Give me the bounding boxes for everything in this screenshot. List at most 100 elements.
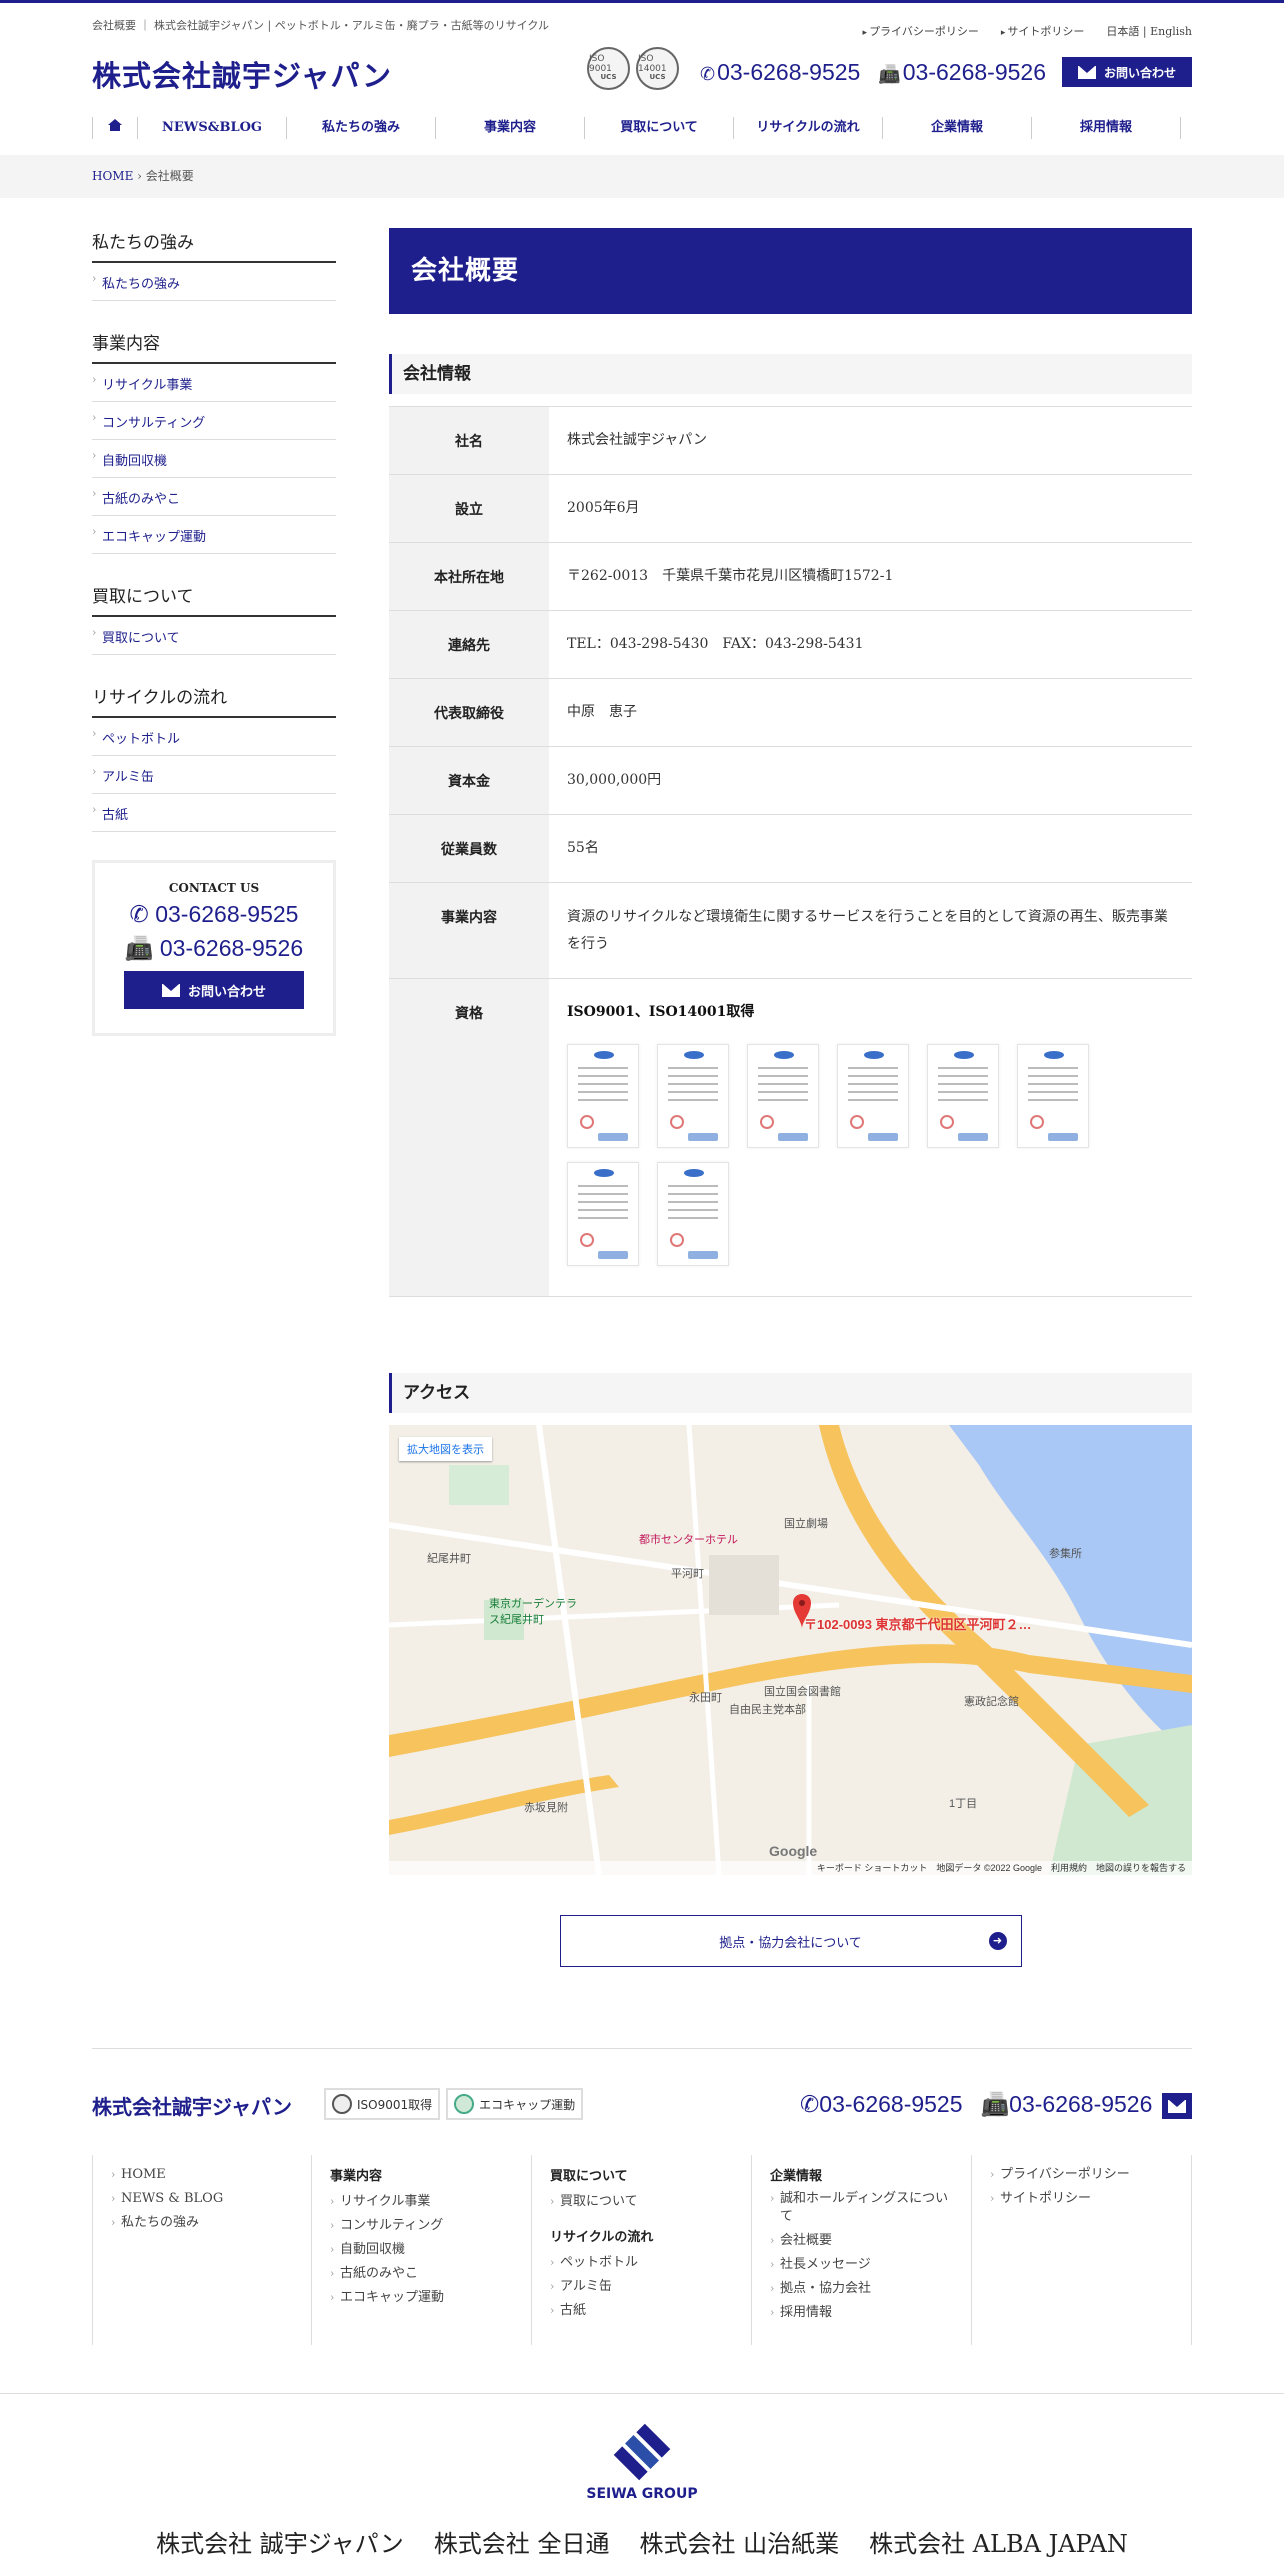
- sidebar-group-business: 事業内容 リサイクル事業 コンサルティング 自動回収機 古紙のみやこ エコキャッ…: [92, 329, 336, 554]
- mail-icon: [161, 983, 180, 997]
- footer-col: 買取について 買取について リサイクルの流れ ペットボトル アルミ缶 古紙: [532, 2155, 752, 2345]
- sidebar-item[interactable]: コンサルティング: [92, 402, 336, 440]
- footer-link[interactable]: プライバシーポリシー: [990, 2163, 1173, 2187]
- sidebar-group-strengths: 私たちの強み 私たちの強み: [92, 228, 336, 301]
- sidebar-item[interactable]: 買取について: [92, 617, 336, 655]
- home-icon: [108, 119, 122, 131]
- certificate-thumbnail[interactable]: [657, 1044, 729, 1148]
- certificate-thumbnail[interactable]: [837, 1044, 909, 1148]
- header-tel[interactable]: ✆03-6268-9525: [700, 59, 860, 86]
- map-label: 都市センターホテル: [639, 1534, 738, 1546]
- sidebar-item[interactable]: 自動回収機: [92, 440, 336, 478]
- certificate-thumbnail[interactable]: [567, 1044, 639, 1148]
- site-logo[interactable]: 株式会社誠宇ジャパン: [92, 53, 392, 95]
- footer-link[interactable]: 拠点・協力会社: [770, 2277, 953, 2301]
- row-key: 設立: [389, 474, 549, 543]
- iso-badge[interactable]: ISO9001取得: [324, 2088, 441, 2120]
- map-label: 平河町: [671, 1568, 704, 1580]
- footer-tel[interactable]: ✆03-6268-9525: [800, 2091, 963, 2118]
- certificate-thumbnail[interactable]: [567, 1162, 639, 1266]
- nav-strengths[interactable]: 私たちの強み: [287, 117, 436, 139]
- map-pin-label: 〒102-0093 東京都千代田区平河町２…: [804, 1617, 1032, 1632]
- footer-link[interactable]: HOME: [111, 2163, 293, 2187]
- table-row: 資格 ISO9001、ISO14001取得: [389, 978, 1192, 1297]
- table-row: 従業員数 55名: [389, 814, 1192, 883]
- footer-link[interactable]: 古紙のみやこ: [330, 2262, 513, 2286]
- locations-button[interactable]: 拠点・協力会社について ➜: [559, 1915, 1022, 1967]
- footer-link[interactable]: NEWS & BLOG: [111, 2187, 293, 2211]
- sidebar-item[interactable]: エコキャップ運動: [92, 516, 336, 554]
- footer-link[interactable]: エコキャップ運動: [330, 2286, 513, 2310]
- footer-link[interactable]: 社長メッセージ: [770, 2253, 953, 2277]
- sidebar-item[interactable]: 古紙: [92, 794, 336, 832]
- footer-link[interactable]: リサイクル事業: [330, 2190, 513, 2214]
- footer-link[interactable]: 会社概要: [770, 2229, 953, 2253]
- mail-icon: [1077, 65, 1096, 79]
- group-company[interactable]: 株式会社 全日通: [434, 2524, 610, 2559]
- sidebar-item[interactable]: 私たちの強み: [92, 263, 336, 301]
- breadcrumb-bar: HOME › 会社概要: [0, 155, 1284, 198]
- footer-link[interactable]: 誠和ホールディングスについて: [770, 2190, 953, 2226]
- nav-recruit[interactable]: 採用情報: [1032, 117, 1181, 139]
- sidebar-item[interactable]: アルミ缶: [92, 756, 336, 794]
- group-company[interactable]: 株式会社 山治紙業: [639, 2524, 839, 2559]
- table-row: 代表取締役 中原 恵子: [389, 678, 1192, 747]
- footer-link[interactable]: サイトポリシー: [990, 2187, 1173, 2211]
- ecocap-badge[interactable]: エコキャップ運動: [446, 2088, 584, 2120]
- sidebar-contact-button[interactable]: お問い合わせ: [124, 971, 304, 1009]
- nav-company[interactable]: 企業情報: [883, 117, 1032, 139]
- iso-badges: ISO 9001 UCS ISO 14001 UCS: [587, 47, 679, 90]
- footer-col-title[interactable]: 事業内容: [330, 2165, 513, 2184]
- sidebar-tel[interactable]: ✆ 03-6268-9525: [95, 899, 333, 929]
- phone-icon: ✆: [129, 901, 156, 927]
- map-label: 永田町: [689, 1692, 722, 1704]
- nav-recycle-flow[interactable]: リサイクルの流れ: [734, 117, 883, 139]
- sitepolicy-link[interactable]: サイトポリシー: [1001, 23, 1084, 39]
- row-key: 社名: [389, 406, 549, 475]
- footer-link[interactable]: アルミ缶: [550, 2275, 733, 2299]
- section-heading-info: 会社情報: [389, 354, 1192, 394]
- footer-link[interactable]: 買取について: [550, 2190, 733, 2214]
- row-key: 代表取締役: [389, 678, 549, 747]
- map-enlarge-link[interactable]: 拡大地図を表示: [399, 1437, 492, 1461]
- contact-title: CONTACT US: [168, 881, 260, 895]
- group-company[interactable]: 株式会社 誠宇ジャパン: [156, 2524, 404, 2559]
- footer-link[interactable]: コンサルティング: [330, 2214, 513, 2238]
- row-value: 2005年6月: [549, 474, 1192, 543]
- language-switch[interactable]: 日本語 | English: [1106, 23, 1192, 39]
- footer-link[interactable]: 自動回収機: [330, 2238, 513, 2262]
- group-company[interactable]: 株式会社 ALBA JAPAN: [869, 2524, 1128, 2559]
- map-label: 国立劇場: [784, 1518, 828, 1530]
- footer-col-title[interactable]: 企業情報: [770, 2165, 953, 2184]
- sidebar-item[interactable]: ペットボトル: [92, 718, 336, 756]
- breadcrumb-home[interactable]: HOME: [92, 169, 133, 183]
- footer-link[interactable]: ペットボトル: [550, 2251, 733, 2275]
- footer-link[interactable]: 私たちの強み: [111, 2211, 293, 2235]
- privacy-link[interactable]: プライバシーポリシー: [863, 23, 979, 39]
- footer-col-title[interactable]: リサイクルの流れ: [550, 2226, 733, 2245]
- footer-mail-button[interactable]: [1162, 2093, 1192, 2119]
- certificate-thumbnail[interactable]: [1017, 1044, 1089, 1148]
- map-label: 紀尾井町: [427, 1553, 471, 1565]
- footer-logo[interactable]: 株式会社誠宇ジャパン: [92, 2091, 292, 2120]
- header-contact-button[interactable]: お問い合わせ: [1062, 57, 1192, 87]
- footer-link[interactable]: 古紙: [550, 2299, 733, 2323]
- sidebar-group-title: リサイクルの流れ: [92, 683, 336, 718]
- footer-fax-number: 03-6268-9526: [1009, 2091, 1153, 2117]
- nav-home[interactable]: [92, 117, 138, 139]
- sidebar-item[interactable]: 古紙のみやこ: [92, 478, 336, 516]
- cert-title: ISO9001、ISO14001取得: [567, 1004, 755, 1020]
- footer-col: HOME NEWS & BLOG 私たちの強み: [92, 2155, 312, 2345]
- sidebar-item[interactable]: リサイクル事業: [92, 364, 336, 402]
- nav-business[interactable]: 事業内容: [436, 117, 585, 139]
- certificate-thumbnail[interactable]: [747, 1044, 819, 1148]
- breadcrumb: HOME › 会社概要: [92, 169, 194, 183]
- certificate-thumbnail[interactable]: [927, 1044, 999, 1148]
- footer-link[interactable]: 採用情報: [770, 2301, 953, 2325]
- footer-col-title[interactable]: 買取について: [550, 2165, 733, 2184]
- nav-news[interactable]: NEWS&BLOG: [138, 117, 287, 139]
- certificate-thumbnail[interactable]: [657, 1162, 729, 1266]
- page-title: 会社概要: [389, 228, 1192, 314]
- google-map[interactable]: 拡大地図を表示 〒102-0093 東京都千代田区平河町２… 平河町 紀尾井町 …: [389, 1425, 1192, 1875]
- nav-purchase[interactable]: 買取について: [585, 117, 734, 139]
